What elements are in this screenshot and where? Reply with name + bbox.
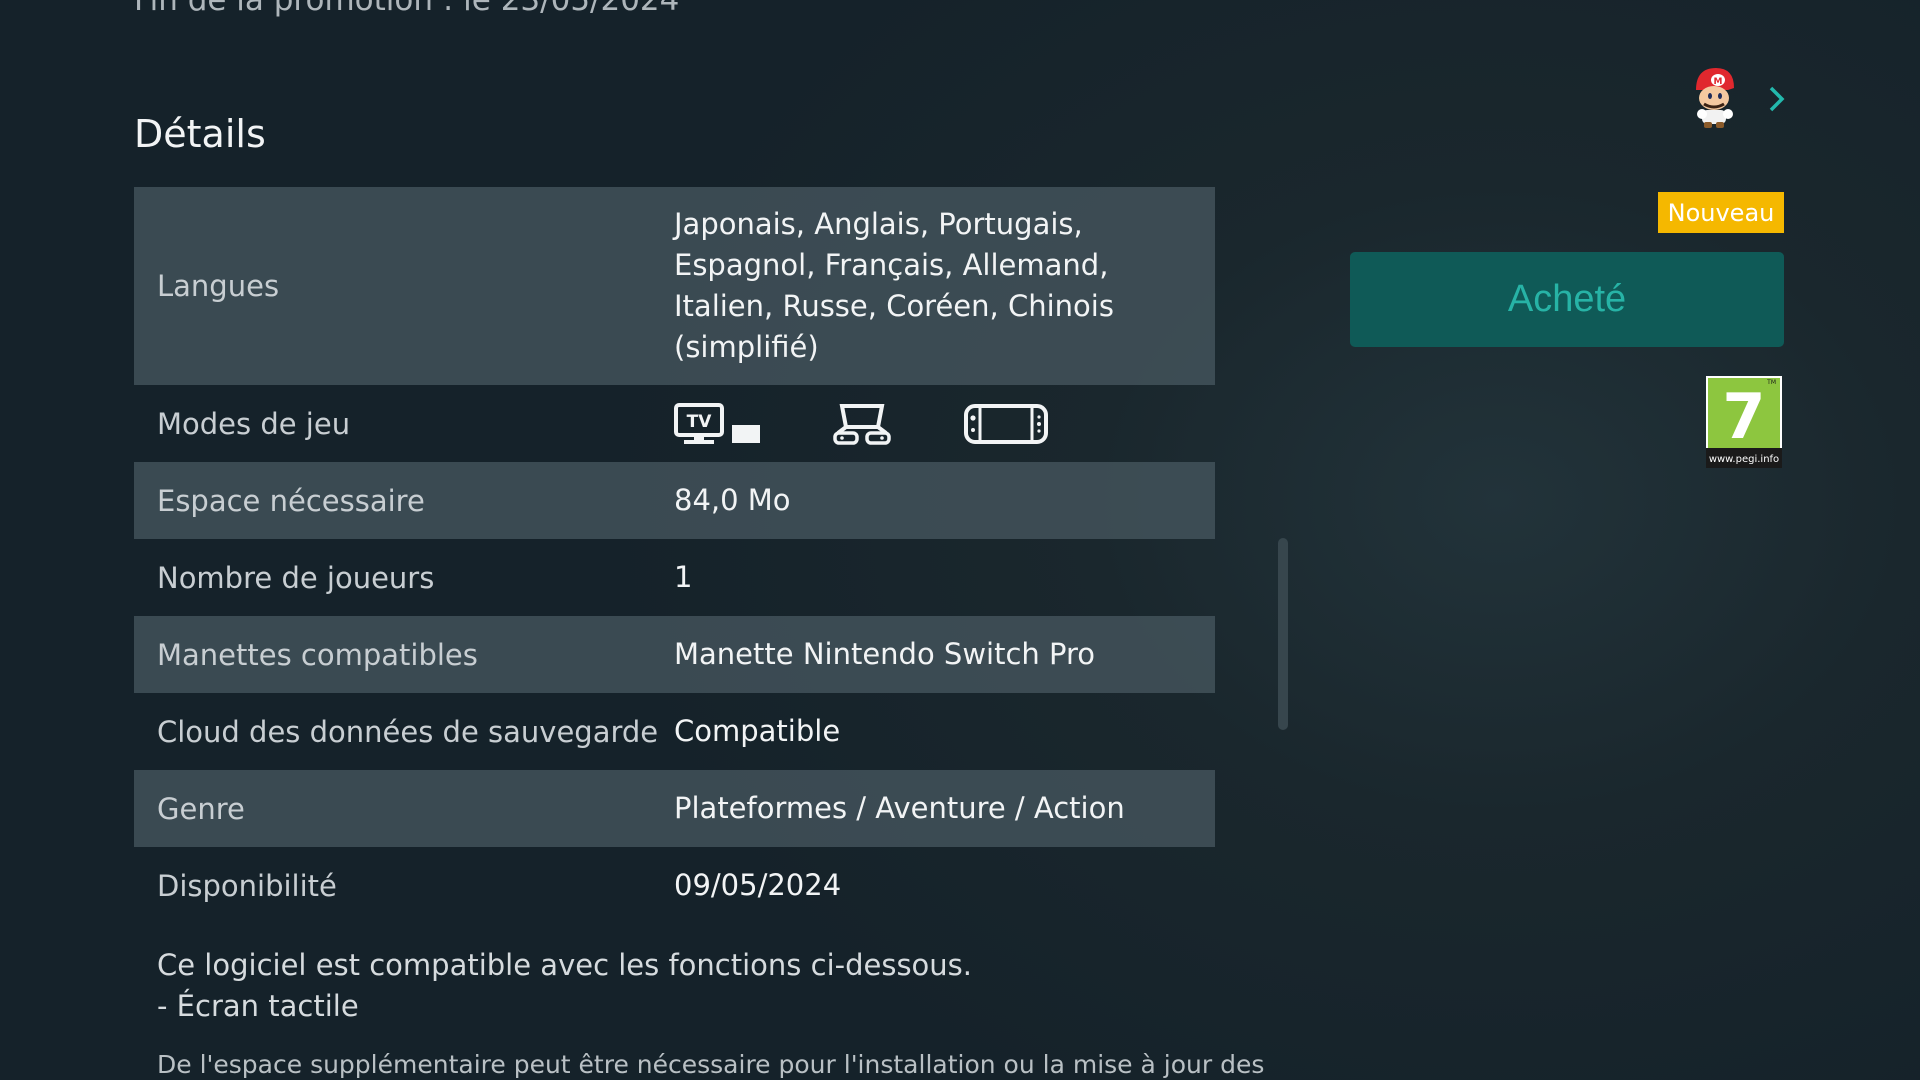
details-row-value: Japonais, Anglais, Portugais, Espagnol, … xyxy=(674,207,1114,364)
svg-text:TV: TV xyxy=(687,412,713,432)
details-row-disponibilite: Disponibilité 09/05/2024 xyxy=(134,847,1215,924)
chevron-right-icon[interactable] xyxy=(1766,84,1788,114)
svg-text:M: M xyxy=(1714,77,1723,87)
new-badge: Nouveau xyxy=(1658,192,1784,233)
storage-footnote: De l'espace supplémentaire peut être néc… xyxy=(157,1050,1265,1079)
pegi-rating-number: 7 xyxy=(1722,380,1765,453)
promotion-end-date: Fin de la promotion : le 23/05/2024 xyxy=(134,0,680,18)
details-row-value: 1 xyxy=(674,560,693,594)
handheld-mode-icon xyxy=(964,403,1048,444)
details-row-langues: Langues Japonais, Anglais, Portugais, Es… xyxy=(134,187,1215,385)
pegi-rating-icon: 7 www.pegi.info TM xyxy=(1706,376,1782,468)
details-row-modes-de-jeu: Modes de jeu TV xyxy=(134,385,1215,462)
compatibility-note: Ce logiciel est compatible avec les fonc… xyxy=(157,945,972,1027)
details-row-label: Espace nécessaire xyxy=(157,483,425,518)
details-row-value: Plateformes / Aventure / Action xyxy=(674,791,1125,825)
details-row-cloud: Cloud des données de sauvegarde Compatib… xyxy=(134,693,1215,770)
details-row-joueurs: Nombre de joueurs 1 xyxy=(134,539,1215,616)
details-section-title: Détails xyxy=(134,112,266,156)
details-row-label: Disponibilité xyxy=(157,868,337,903)
pegi-tm: TM xyxy=(1766,379,1776,386)
details-row-value: 09/05/2024 xyxy=(674,868,842,902)
details-row-label: Langues xyxy=(157,269,280,303)
details-row-value: Compatible xyxy=(674,714,841,748)
details-row-manettes: Manettes compatibles Manette Nintendo Sw… xyxy=(134,616,1215,693)
details-row-label: Nombre de joueurs xyxy=(157,560,435,595)
play-modes: TV xyxy=(674,402,1215,445)
tabletop-mode-icon xyxy=(832,403,892,445)
details-row-value: Manette Nintendo Switch Pro xyxy=(674,637,1096,671)
details-row-genre: Genre Plateformes / Aventure / Action xyxy=(134,770,1215,847)
tv-mode-icon: TV xyxy=(674,402,760,445)
details-row-value: 84,0 Mo xyxy=(674,483,791,517)
details-row-espace: Espace nécessaire 84,0 Mo xyxy=(134,462,1215,539)
purchased-button[interactable]: Acheté xyxy=(1350,252,1784,347)
details-row-label: Manettes compatibles xyxy=(157,637,478,672)
details-table: Langues Japonais, Anglais, Portugais, Es… xyxy=(134,187,1215,924)
details-row-label: Genre xyxy=(157,791,245,826)
compatibility-feature-touchscreen: - Écran tactile xyxy=(157,989,359,1023)
details-row-label: Modes de jeu xyxy=(157,406,351,441)
scrollbar[interactable] xyxy=(1278,538,1288,730)
details-row-label: Cloud des données de sauvegarde xyxy=(157,714,659,749)
pegi-url: www.pegi.info xyxy=(1709,454,1779,465)
user-avatar[interactable]: M xyxy=(1688,64,1740,130)
compatibility-note-line: Ce logiciel est compatible avec les fonc… xyxy=(157,948,973,982)
